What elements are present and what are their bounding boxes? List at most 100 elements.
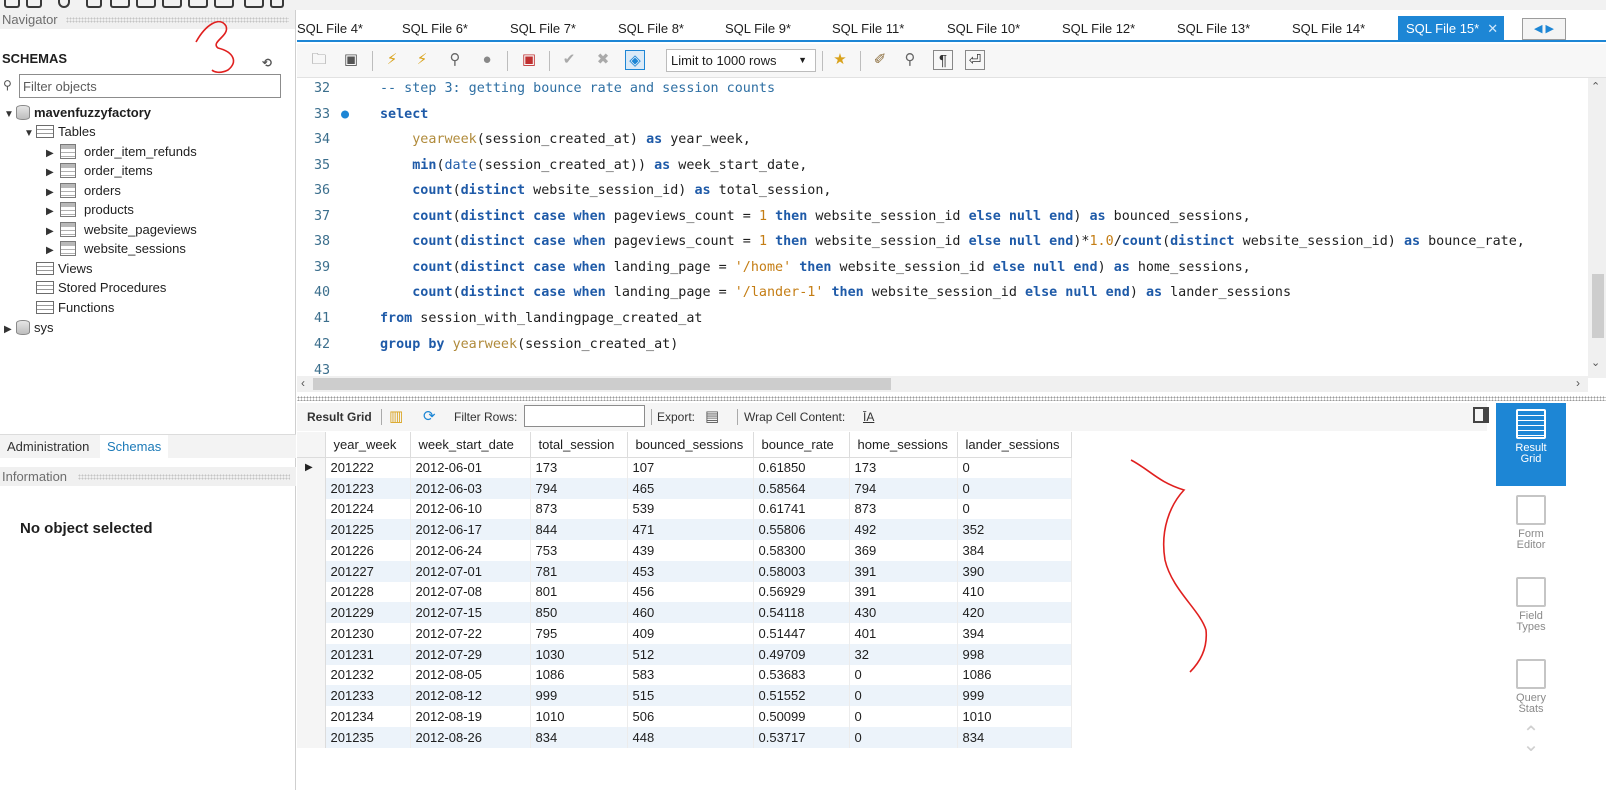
grid-cell-total_session[interactable]: 173	[530, 457, 628, 478]
grid-cell-year_week[interactable]: 201227	[325, 560, 411, 582]
grid-cell-lander_sessions[interactable]: 0	[957, 477, 1072, 499]
tree-node-table[interactable]: ▶ order_item_refunds	[46, 142, 197, 161]
execute-icon[interactable]: ⚡	[382, 50, 402, 70]
grid-cell-home_sessions[interactable]: 32	[849, 643, 958, 665]
grid-cell-bounced_sessions[interactable]: 409	[627, 623, 754, 644]
tab-sql-file-4[interactable]: SQL File 4*	[297, 18, 363, 42]
column-header[interactable]: home_sessions	[849, 432, 958, 458]
save-icon[interactable]: ▣	[341, 50, 361, 70]
close-icon[interactable]: ✕	[1487, 21, 1498, 36]
refresh-icon[interactable]: ⟳	[423, 403, 436, 431]
toggle-continue-icon[interactable]: ▣	[519, 50, 539, 70]
row-header[interactable]	[297, 560, 326, 582]
result-grid-label[interactable]: Result Grid	[307, 403, 372, 431]
grid-cell-bounced_sessions[interactable]: 448	[627, 726, 754, 748]
tree-node-table[interactable]: ▶ website_sessions	[46, 239, 186, 258]
grid-cell-home_sessions[interactable]: 873	[849, 498, 958, 520]
grid-columns-icon[interactable]: ▥	[389, 403, 403, 431]
table-row[interactable]: 201229 2012-07-15 850 460 0.54118 430 420	[297, 602, 1072, 623]
grid-cell-year_week[interactable]: 201235	[325, 726, 411, 748]
collapse-arrow-icon[interactable]: ▶	[46, 241, 56, 260]
table-row[interactable]: 201232 2012-08-05 1086 583 0.53683 0 1086	[297, 664, 1072, 686]
grid-cell-bounce_rate[interactable]: 0.58564	[753, 477, 850, 499]
tree-node-mavenfuzzyfactory[interactable]: ▼ mavenfuzzyfactory	[4, 103, 151, 122]
table-row[interactable]: 201224 2012-06-10 873 539 0.61741 873 0	[297, 498, 1072, 520]
tab-sql-file-15[interactable]: SQL File 15* ✕	[1398, 16, 1505, 42]
wrap-cell-icon[interactable]: ĪA	[863, 403, 874, 431]
result-grid[interactable]: year_week week_start_date total_session …	[297, 432, 1076, 748]
grid-cell-total_session[interactable]: 873	[530, 498, 628, 520]
grid-cell-total_session[interactable]: 1010	[530, 706, 628, 727]
tab-sql-file-6[interactable]: SQL File 6*	[402, 18, 468, 42]
add-snippet-icon[interactable]: ★	[830, 50, 850, 70]
inspector-icon[interactable]	[244, 0, 264, 8]
export-icon[interactable]: ▤	[705, 403, 719, 431]
grid-cell-bounced_sessions[interactable]: 456	[627, 581, 754, 603]
grid-cell-lander_sessions[interactable]: 0	[957, 498, 1072, 520]
tab-sql-file-9[interactable]: SQL File 9*	[725, 18, 791, 42]
collapse-arrow-icon[interactable]: ▶	[4, 320, 14, 339]
expand-arrow-icon[interactable]: ▼	[4, 105, 14, 124]
tab-sql-file-12[interactable]: SQL File 12*	[1062, 18, 1135, 42]
grid-cell-bounced_sessions[interactable]: 506	[627, 706, 754, 727]
grid-cell-total_session[interactable]: 1086	[530, 664, 628, 686]
scroll-thumb[interactable]	[1592, 274, 1604, 338]
grid-cell-year_week[interactable]: 201233	[325, 685, 411, 706]
grid-cell-lander_sessions[interactable]: 384	[957, 540, 1072, 561]
tree-node-views[interactable]: Views	[34, 259, 92, 278]
grid-cell-bounce_rate[interactable]: 0.58003	[753, 560, 850, 582]
grid-cell-total_session[interactable]: 795	[530, 623, 628, 644]
row-header[interactable]	[297, 643, 326, 665]
beautify-icon[interactable]: ✐	[870, 50, 890, 70]
tab-sql-file-11[interactable]: SQL File 11*	[832, 18, 904, 42]
grid-cell-week_start_date[interactable]: 2012-07-29	[410, 643, 531, 665]
grid-cell-bounced_sessions[interactable]: 583	[627, 664, 754, 686]
grid-cell-home_sessions[interactable]: 0	[849, 685, 958, 706]
grid-cell-week_start_date[interactable]: 2012-08-26	[410, 726, 531, 748]
row-header[interactable]	[297, 477, 326, 499]
grid-cell-week_start_date[interactable]: 2012-08-19	[410, 706, 531, 727]
tab-administration[interactable]: Administration	[0, 435, 96, 459]
grid-cell-bounce_rate[interactable]: 0.53683	[753, 664, 850, 686]
tree-node-functions[interactable]: Functions	[34, 298, 114, 317]
grid-cell-year_week[interactable]: 201226	[325, 540, 411, 561]
info-icon[interactable]	[58, 0, 70, 8]
chevron-right-icon[interactable]: ›	[1576, 376, 1580, 390]
tab-schemas[interactable]: Schemas	[100, 435, 169, 459]
grid-cell-week_start_date[interactable]: 2012-08-12	[410, 685, 531, 706]
column-header[interactable]: year_week	[325, 432, 411, 458]
create-procedure-icon[interactable]	[162, 0, 182, 8]
find-icon[interactable]: ⚲	[900, 50, 920, 70]
grid-cell-home_sessions[interactable]: 401	[849, 623, 958, 644]
grid-cell-year_week[interactable]: 201222	[325, 457, 411, 478]
grid-cell-lander_sessions[interactable]: 410	[957, 581, 1072, 603]
tab-sql-file-13[interactable]: SQL File 13*	[1177, 18, 1250, 42]
row-header[interactable]	[297, 602, 326, 623]
create-function-icon[interactable]	[188, 0, 208, 8]
table-row[interactable]: 201227 2012-07-01 781 453 0.58003 391 390	[297, 560, 1072, 582]
tree-node-sys[interactable]: ▶ sys	[4, 318, 54, 337]
grid-cell-year_week[interactable]: 201234	[325, 706, 411, 727]
table-row[interactable]: 201226 2012-06-24 753 439 0.58300 369 384	[297, 540, 1072, 561]
grid-cell-home_sessions[interactable]: 391	[849, 560, 958, 582]
grid-cell-week_start_date[interactable]: 2012-07-22	[410, 623, 531, 644]
reconnect-icon[interactable]	[270, 0, 284, 8]
row-header[interactable]	[297, 664, 326, 686]
grid-cell-week_start_date[interactable]: 2012-06-03	[410, 477, 531, 499]
editor-horizontal-scrollbar[interactable]: ‹ ›	[297, 376, 1588, 392]
tree-node-table[interactable]: ▶ website_pageviews	[46, 220, 197, 239]
table-row[interactable]: 201228 2012-07-08 801 456 0.56929 391 410	[297, 581, 1072, 603]
grid-cell-bounce_rate[interactable]: 0.54118	[753, 602, 850, 623]
grid-cell-year_week[interactable]: 201231	[325, 643, 411, 665]
grid-cell-bounce_rate[interactable]: 0.49709	[753, 643, 850, 665]
collapse-arrow-icon[interactable]: ▶	[46, 202, 56, 221]
form-editor-side-button[interactable]: Form Editor	[1496, 495, 1566, 565]
chevron-up-icon[interactable]: ⌃	[1591, 80, 1600, 93]
tab-sql-file-8[interactable]: SQL File 8*	[618, 18, 684, 42]
row-header[interactable]	[297, 726, 326, 748]
tree-node-table[interactable]: ▶ orders	[46, 181, 121, 200]
rollback-icon[interactable]: ✖	[593, 50, 613, 70]
side-panel-scroll-icon[interactable]: ⌃ ⌄	[1496, 724, 1566, 755]
grid-cell-total_session[interactable]: 781	[530, 560, 628, 582]
chevron-left-icon[interactable]: ‹	[301, 376, 305, 390]
